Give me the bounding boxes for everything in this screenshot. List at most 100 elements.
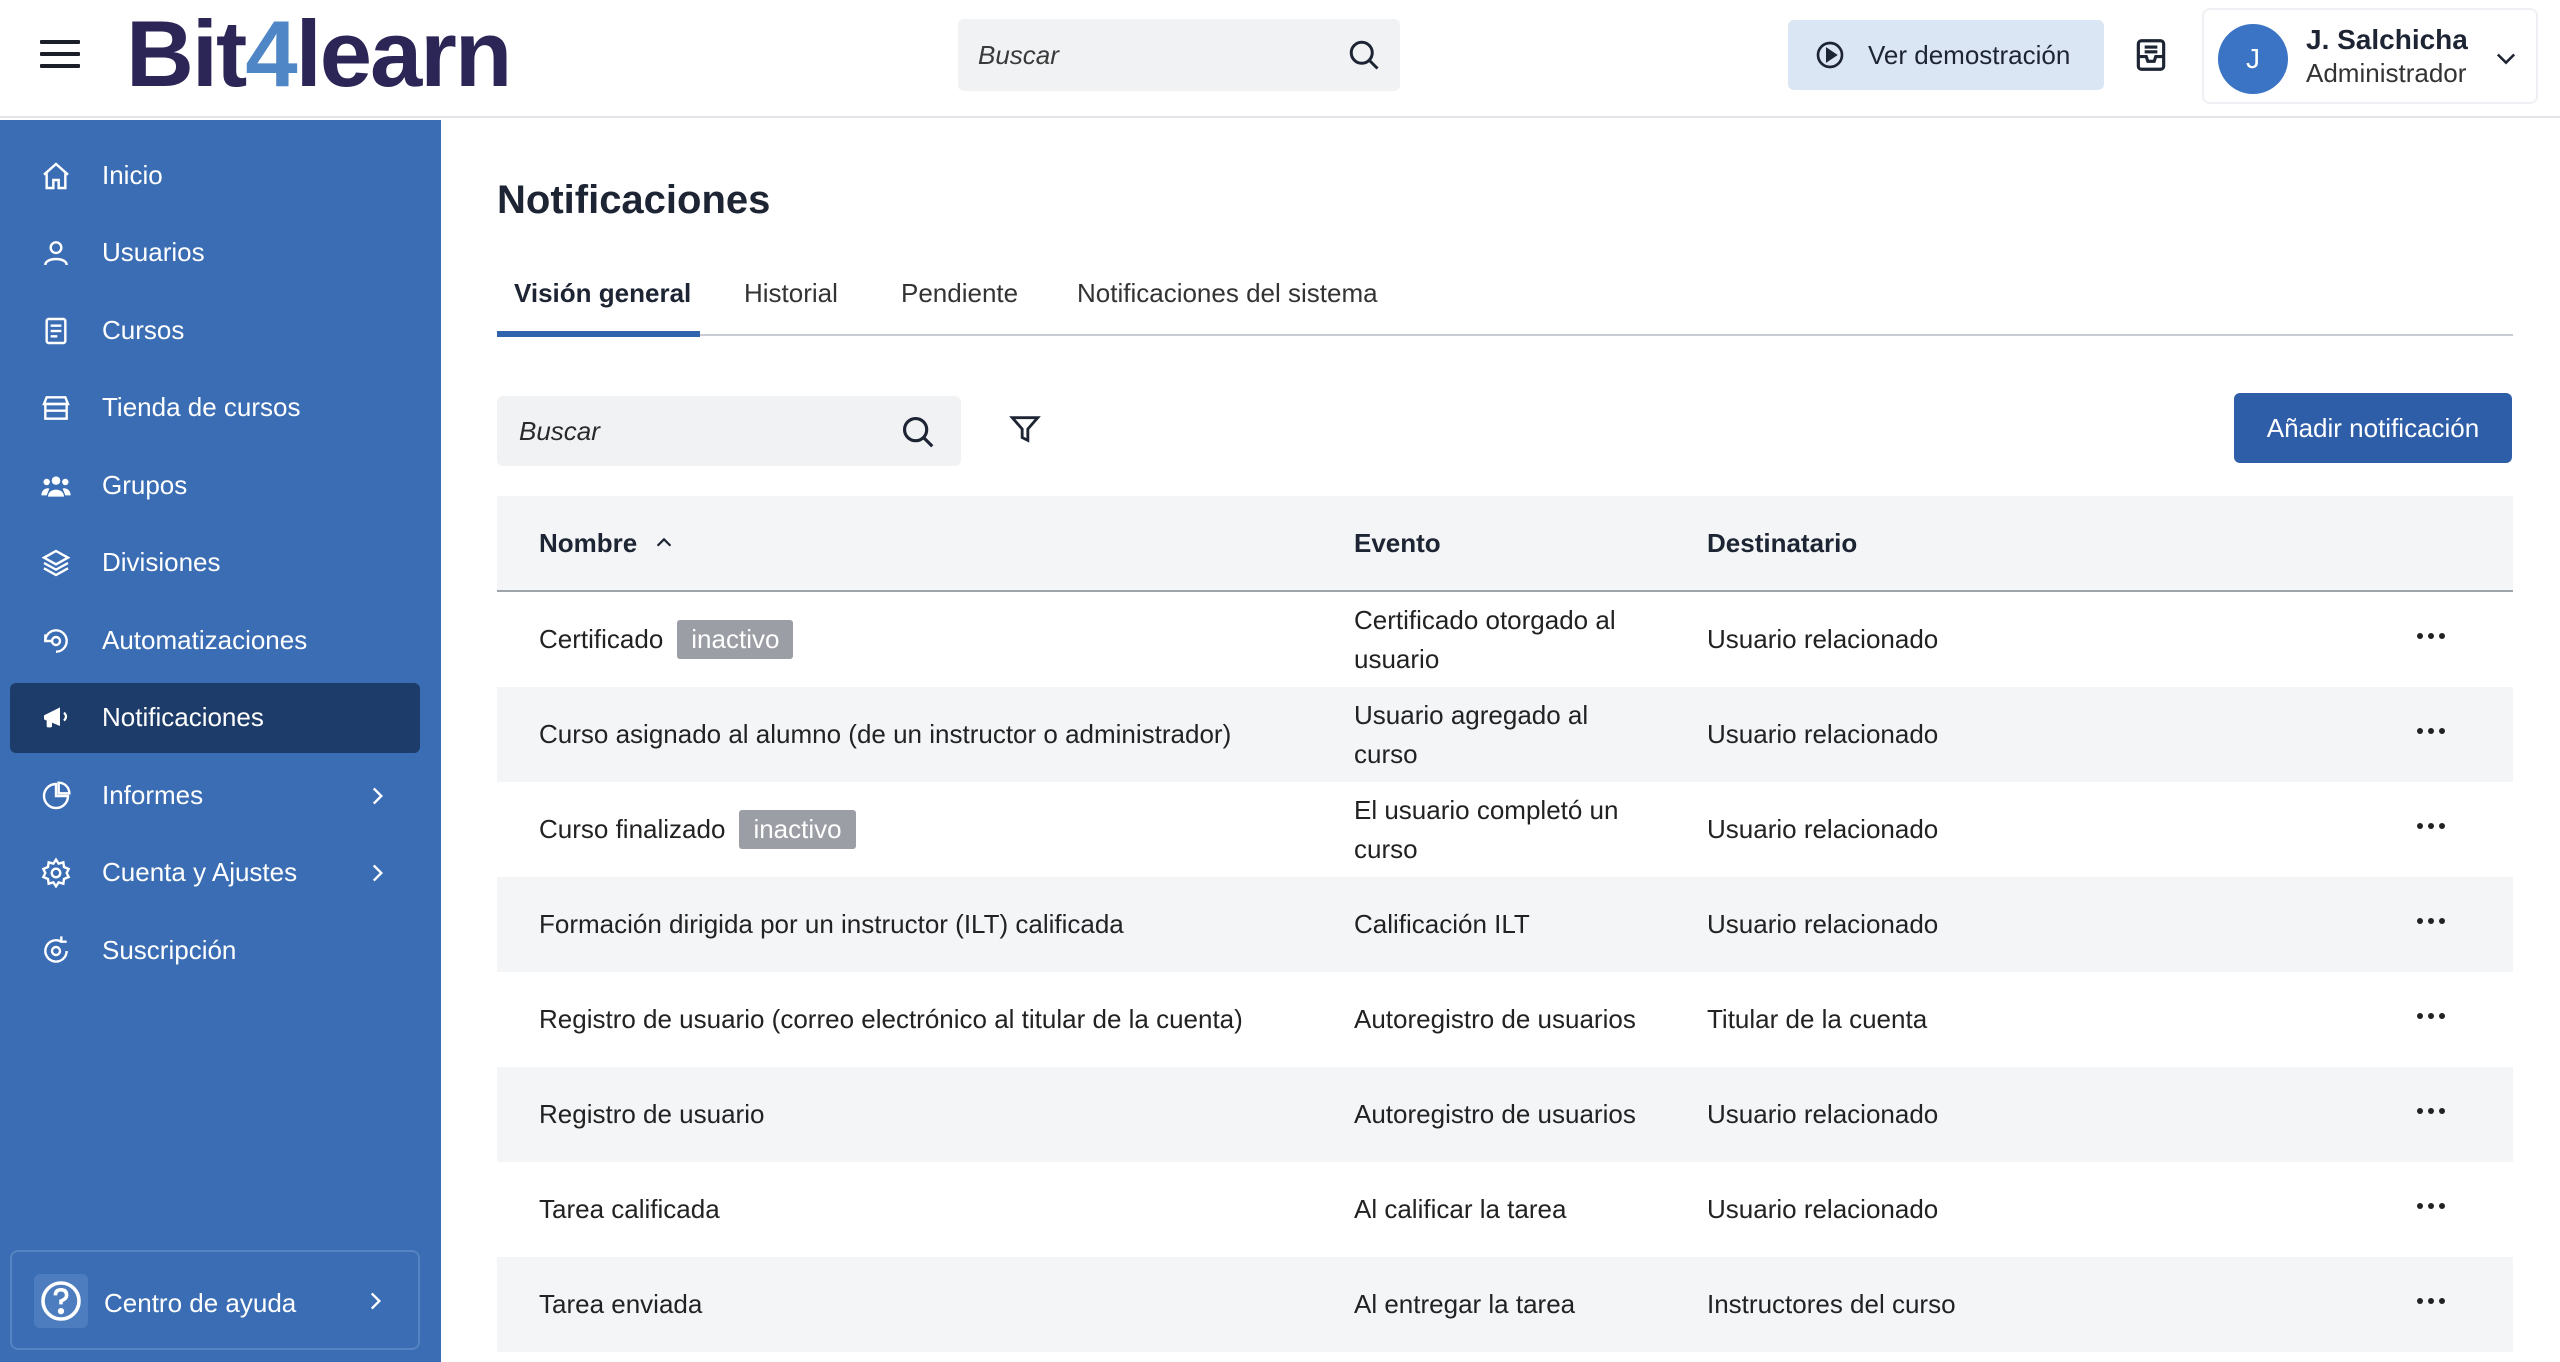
subscription-icon [44, 936, 68, 963]
sidebar: Inicio Usuarios Cursos Tienda de cursos … [0, 120, 441, 1362]
sidebar-item-usuarios[interactable]: Usuarios [10, 218, 420, 288]
filter-icon[interactable] [1008, 412, 1042, 446]
help-icon-box [34, 1274, 88, 1328]
more-options-icon[interactable] [2417, 911, 2453, 931]
notification-name: Tarea calificada [539, 1194, 720, 1224]
notification-name: Formación dirigida por un instructor (IL… [539, 909, 1124, 939]
header-search [958, 19, 1400, 91]
group-icon [41, 476, 71, 497]
cell-recipient: Instructores del curso [1707, 1289, 1956, 1319]
tab-vision-general[interactable]: Visión general [514, 278, 691, 309]
sidebar-item-label: Divisiones [102, 547, 221, 577]
cell-event: Autoregistro de usuarios [1354, 1099, 1636, 1129]
tab-pendiente[interactable]: Pendiente [901, 278, 1018, 309]
table-row[interactable]: Registro de usuario Autoregistro de usua… [497, 1067, 2513, 1162]
avatar: J [2218, 24, 2288, 94]
sidebar-item-label: Grupos [102, 470, 188, 500]
column-header-recipient: Destinatario [1707, 528, 1858, 558]
table-row[interactable]: Tarea enviada Al entregar la tarea Instr… [497, 1257, 2513, 1352]
megaphone-icon [44, 707, 68, 728]
sidebar-item-cursos[interactable]: Cursos [10, 296, 420, 366]
cell-recipient: Usuario relacionado [1707, 909, 1939, 939]
more-options-icon[interactable] [2417, 816, 2453, 836]
brand-logo[interactable]: Bit4learn [126, 4, 512, 104]
more-options-icon[interactable] [2417, 1291, 2453, 1311]
user-role: Administrador [2306, 58, 2467, 88]
sidebar-item-label: Suscripción [102, 935, 237, 965]
book-icon [45, 317, 67, 345]
cell-recipient: Usuario relacionado [1707, 719, 1939, 749]
add-notification-button[interactable]: Añadir notificación [2234, 393, 2512, 463]
notification-search-input[interactable] [497, 396, 887, 466]
table-row[interactable]: Registro de usuario (correo electrónico … [497, 972, 2513, 1067]
chevron-down-icon[interactable] [2492, 44, 2520, 72]
notification-name: Tarea enviada [539, 1289, 703, 1319]
more-options-icon[interactable] [2417, 1006, 2453, 1026]
page-title: Notificaciones [497, 178, 771, 222]
layers-icon [41, 549, 71, 577]
inbox-icon[interactable] [2132, 36, 2170, 74]
table-row[interactable]: Curso asignado al alumno (de un instruct… [497, 687, 2513, 782]
cell-name: Registro de usuario [539, 1067, 764, 1162]
chevron-right-icon [370, 1292, 382, 1310]
sidebar-item-label: Cursos [102, 315, 185, 345]
table-row[interactable]: Certificado inactivo Certificado otorgado… [497, 592, 2513, 687]
cell-event: Al calificar la tarea [1354, 1194, 1567, 1224]
sidebar-item-grupos[interactable]: Grupos [10, 451, 420, 521]
notification-name: Certificado [539, 624, 664, 654]
sidebar-item-label: Notificaciones [102, 702, 264, 732]
user-menu[interactable]: J J. Salchicha Administrador [2202, 8, 2538, 104]
cell-event: Al entregar la tarea [1354, 1289, 1576, 1319]
column-header-name[interactable]: Nombre [539, 528, 637, 559]
column-header-event: Evento [1354, 528, 1441, 558]
sidebar-item-divisiones[interactable]: Divisiones [10, 528, 420, 598]
sidebar-item-label: Informes [102, 780, 204, 810]
more-options-icon[interactable] [2417, 1196, 2453, 1216]
tab-bar: Visión general Historial Pendiente Notif… [497, 268, 2513, 337]
search-icon[interactable] [1346, 37, 1382, 73]
sidebar-item-inicio[interactable]: Inicio [10, 141, 420, 211]
header-search-input[interactable] [958, 19, 1328, 91]
cell-recipient: Usuario relacionado [1707, 814, 1939, 844]
cell-name: Registro de usuario (correo electrónico … [539, 972, 1243, 1067]
notification-name: Curso asignado al alumno (de un instruct… [539, 719, 1232, 749]
table-row[interactable]: Tarea calificada Al calificar la tarea U… [497, 1162, 2513, 1257]
tab-historial[interactable]: Historial [744, 278, 838, 309]
sidebar-item-tienda-de-cursos[interactable]: Tienda de cursos [10, 373, 420, 443]
watch-demo-button[interactable]: Ver demostración [1788, 20, 2104, 90]
user-icon [44, 241, 68, 266]
status-badge: inactivo [677, 620, 794, 659]
cell-name: Curso asignado al alumno (de un instruct… [539, 687, 1231, 782]
sort-asc-icon[interactable] [653, 532, 675, 554]
menu-icon[interactable] [40, 40, 80, 74]
more-options-icon[interactable] [2417, 1101, 2453, 1121]
sidebar-item-label: Usuarios [102, 237, 205, 267]
table-row[interactable]: Formación dirigida por un instructor (IL… [497, 877, 2513, 972]
user-name: J. Salchicha [2306, 24, 2468, 55]
gear-icon [41, 857, 71, 889]
chevron-right-icon[interactable] [364, 783, 390, 809]
cell-name: Tarea enviada [539, 1257, 702, 1352]
table-row[interactable]: Curso finalizado inactivo El usuario comp… [497, 782, 2513, 877]
help-center-button[interactable]: Centro de ayuda [10, 1250, 420, 1350]
top-header: Bit4learn Ver demostración J J. Salchich… [0, 0, 2560, 118]
home-icon [43, 162, 69, 190]
sidebar-item-label: Cuenta y Ajustes [102, 857, 298, 887]
more-options-icon[interactable] [2417, 626, 2453, 646]
sidebar-item-cuenta-y-ajustes[interactable]: Cuenta y Ajustes [10, 838, 420, 908]
cell-name: Certificado inactivo [539, 592, 794, 687]
notification-search [497, 396, 961, 466]
watch-demo-label: Ver demostración [1868, 39, 2071, 70]
chevron-right-icon[interactable] [364, 860, 390, 886]
sidebar-item-notificaciones[interactable]: Notificaciones [10, 683, 420, 753]
cell-name: Curso finalizado inactivo [539, 782, 856, 877]
cell-recipient: Usuario relacionado [1707, 624, 1939, 654]
search-icon[interactable] [899, 413, 937, 451]
active-tab-indicator [497, 331, 700, 337]
cell-name: Formación dirigida por un instructor (IL… [539, 877, 1124, 972]
sidebar-item-informes[interactable]: Informes [10, 761, 420, 831]
sidebar-item-automatizaciones[interactable]: Automatizaciones [10, 606, 420, 676]
more-options-icon[interactable] [2417, 721, 2453, 741]
tab-notificaciones-del-sistema[interactable]: Notificaciones del sistema [1077, 278, 1378, 309]
sidebar-item-suscripcion[interactable]: Suscripción [10, 916, 420, 986]
